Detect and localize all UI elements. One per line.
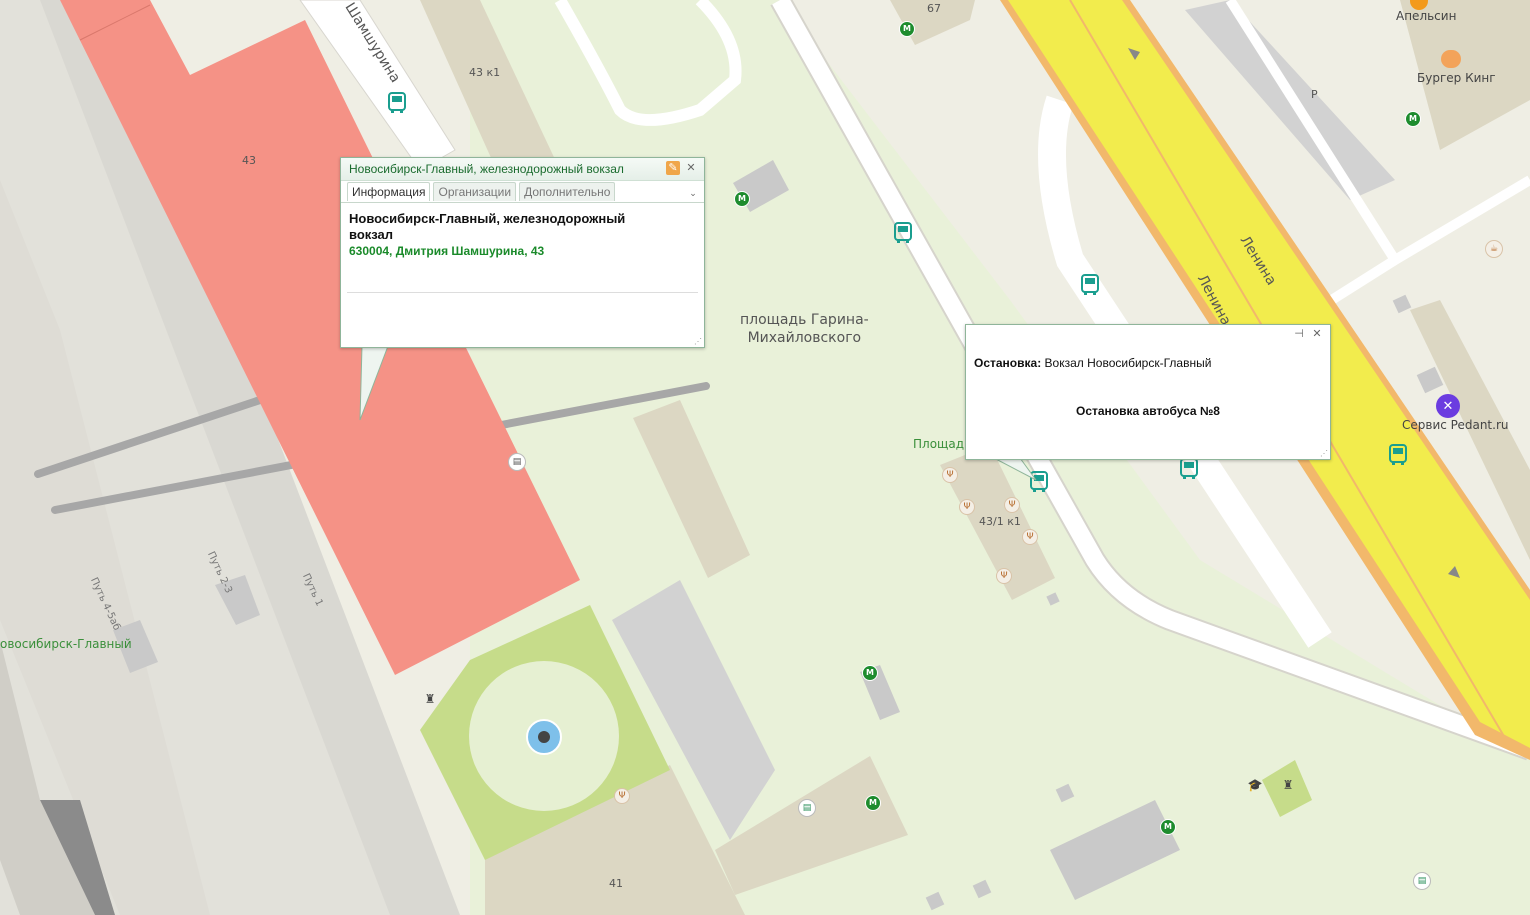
chevron-down-icon[interactable]: ⌄ (686, 186, 700, 200)
tab-organizations[interactable]: Организации (433, 182, 517, 201)
stop-description: Остановка автобуса №8 (1076, 404, 1220, 418)
resize-handle[interactable]: ⋰ (1320, 449, 1328, 458)
tab-additional[interactable]: Дополнительно (519, 182, 616, 201)
map-canvas[interactable]: Шамшурина Ленина Ленина 43 43 к1 67 43/1… (0, 0, 1530, 915)
station-name: Новосибирск-Главный, железнодорожный вок… (349, 211, 626, 242)
pin-icon[interactable]: ⊣ (1292, 327, 1306, 341)
close-icon[interactable]: ✕ (1310, 327, 1324, 341)
station-info-popup[interactable]: Новосибирск-Главный, железнодорожный вок… (340, 157, 705, 348)
stop-line: Остановка: Вокзал Новосибирск-Главный (974, 356, 1211, 370)
popup-title: Новосибирск-Главный, железнодорожный вок… (349, 162, 624, 176)
resize-handle[interactable]: ⋰ (694, 337, 702, 346)
tab-info[interactable]: Информация (347, 182, 431, 201)
popup-header[interactable]: ⊣ ✕ (966, 325, 1330, 343)
pin-icon[interactable]: ✎ (666, 161, 680, 175)
stop-label: Остановка: (974, 356, 1042, 370)
close-icon[interactable]: ✕ (684, 161, 698, 175)
station-address[interactable]: 630004, Дмитрия Шамшурина, 43 (349, 244, 544, 258)
stop-name: Вокзал Новосибирск-Главный (1044, 356, 1212, 370)
popup-tabs: Информация Организации Дополнительно (347, 182, 616, 201)
bus-stop-popup[interactable]: ⊣ ✕ Остановка: Вокзал Новосибирск-Главны… (965, 324, 1331, 460)
popup-header[interactable]: Новосибирск-Главный, железнодорожный вок… (341, 158, 704, 181)
